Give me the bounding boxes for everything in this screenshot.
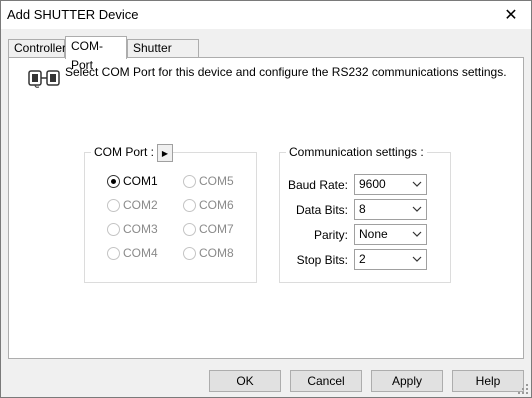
radio-indicator — [107, 246, 120, 260]
communication-settings-group: Communication settings : Baud Rate: 9600… — [279, 145, 451, 283]
com-port-panel: Select COM Port for this device and conf… — [8, 57, 524, 359]
tab-controller[interactable]: Controller — [8, 39, 66, 58]
stop-bits-label: Stop Bits: — [296, 253, 348, 267]
radio-com6[interactable]: COM6 — [183, 198, 234, 212]
ok-button[interactable]: OK — [209, 370, 281, 392]
stop-bits-select[interactable]: 2 — [354, 249, 427, 270]
data-bits-label: Data Bits: — [295, 203, 348, 217]
baud-rate-label: Baud Rate: — [287, 178, 348, 192]
com-port-group: COM Port : ▶ COM1 COM2 COM3 COM4 COM5 CO… — [84, 144, 257, 283]
radio-label: COM6 — [199, 198, 234, 212]
radio-indicator — [183, 198, 196, 212]
parity-label: Parity: — [313, 228, 348, 242]
stop-bits-value: 2 — [359, 252, 366, 266]
radio-label: COM2 — [123, 198, 158, 212]
radio-indicator — [183, 174, 196, 188]
baud-rate-value: 9600 — [359, 177, 386, 191]
radio-label: COM7 — [199, 222, 234, 236]
radio-indicator — [107, 222, 120, 236]
radio-indicator — [107, 174, 120, 188]
chevron-down-icon — [412, 256, 422, 262]
play-arrow-icon: ▶ — [161, 148, 169, 158]
parity-value: None — [359, 227, 388, 241]
chevron-down-icon — [412, 231, 422, 237]
radio-com4[interactable]: COM4 — [107, 246, 158, 260]
radio-label: COM5 — [199, 174, 234, 188]
help-button[interactable]: Help — [452, 370, 524, 392]
radio-com8[interactable]: COM8 — [183, 246, 234, 260]
baud-rate-select[interactable]: 9600 — [354, 174, 427, 195]
tab-shutter-setup[interactable]: Shutter Setup — [127, 39, 199, 72]
chevron-down-icon — [412, 181, 422, 187]
com-port-arrow-button[interactable]: ▶ — [157, 144, 173, 162]
add-shutter-device-dialog: Add SHUTTER Device ✕ Controller COM-Port… — [0, 0, 532, 398]
radio-com3[interactable]: COM3 — [107, 222, 158, 236]
tab-com-port[interactable]: COM-Port — [65, 36, 127, 72]
info-text: Select COM Port for this device and conf… — [65, 65, 507, 79]
radio-com7[interactable]: COM7 — [183, 222, 234, 236]
com-port-group-title: COM Port : — [91, 145, 158, 159]
radio-com1[interactable]: COM1 — [107, 174, 158, 188]
cancel-button[interactable]: Cancel — [290, 370, 362, 392]
radio-label: COM8 — [199, 246, 234, 260]
radio-indicator — [183, 222, 196, 236]
radio-label: COM1 — [123, 174, 158, 188]
title-bar: Add SHUTTER Device ✕ — [1, 1, 531, 29]
close-button[interactable]: ✕ — [491, 1, 531, 29]
data-bits-value: 8 — [359, 202, 366, 216]
radio-com2[interactable]: COM2 — [107, 198, 158, 212]
communication-settings-title: Communication settings : — [286, 145, 427, 159]
chevron-down-icon — [412, 206, 422, 212]
radio-com5[interactable]: COM5 — [183, 174, 234, 188]
data-bits-select[interactable]: 8 — [354, 199, 427, 220]
radio-label: COM4 — [123, 246, 158, 260]
parity-select[interactable]: None — [354, 224, 427, 245]
close-icon: ✕ — [504, 7, 518, 24]
serial-connector-icon — [28, 70, 60, 88]
window-title: Add SHUTTER Device — [7, 7, 139, 22]
radio-label: COM3 — [123, 222, 158, 236]
radio-indicator — [107, 198, 120, 212]
apply-button[interactable]: Apply — [371, 370, 443, 392]
radio-indicator — [183, 246, 196, 260]
resize-grip-icon[interactable] — [517, 383, 529, 395]
